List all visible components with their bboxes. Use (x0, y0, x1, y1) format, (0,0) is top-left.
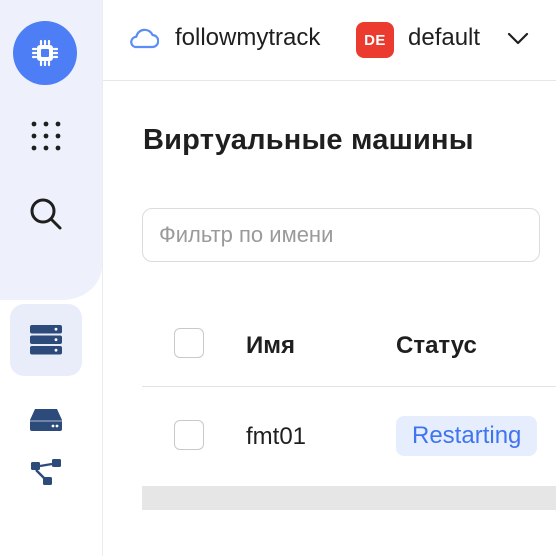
services-menu-button[interactable] (10, 100, 82, 172)
folder-selector[interactable]: default (408, 24, 480, 52)
status-badge: Restarting (396, 416, 538, 456)
search-button[interactable] (10, 178, 82, 250)
column-header-status[interactable]: Статус (396, 332, 477, 360)
search-icon (30, 198, 62, 230)
select-all-checkbox[interactable] (174, 328, 204, 358)
server-stack-icon (30, 325, 62, 355)
folder-badge: DE (356, 22, 394, 58)
disk-icon (30, 409, 62, 431)
grid-dots-icon (31, 121, 61, 151)
name-filter-input[interactable] (142, 208, 540, 262)
horizontal-scrollbar[interactable] (142, 486, 556, 510)
row-checkbox[interactable] (174, 420, 204, 450)
sidebar-item-placement-groups[interactable] (10, 436, 82, 508)
column-header-name[interactable]: Имя (246, 332, 295, 360)
vm-name[interactable]: fmt01 (246, 423, 306, 451)
chip-icon (31, 39, 59, 67)
tree-nodes-icon (31, 459, 61, 485)
left-rail (0, 0, 103, 556)
chevron-down-icon[interactable] (507, 32, 529, 46)
top-header: followmytrack DE default (103, 0, 556, 81)
header-divider (142, 386, 556, 387)
sidebar-item-virtual-machines[interactable] (10, 304, 82, 376)
cloud-name[interactable]: followmytrack (175, 24, 320, 52)
page-title: Виртуальные машины (143, 124, 474, 156)
cloud-icon (130, 28, 159, 49)
compute-logo-button[interactable] (13, 21, 77, 85)
